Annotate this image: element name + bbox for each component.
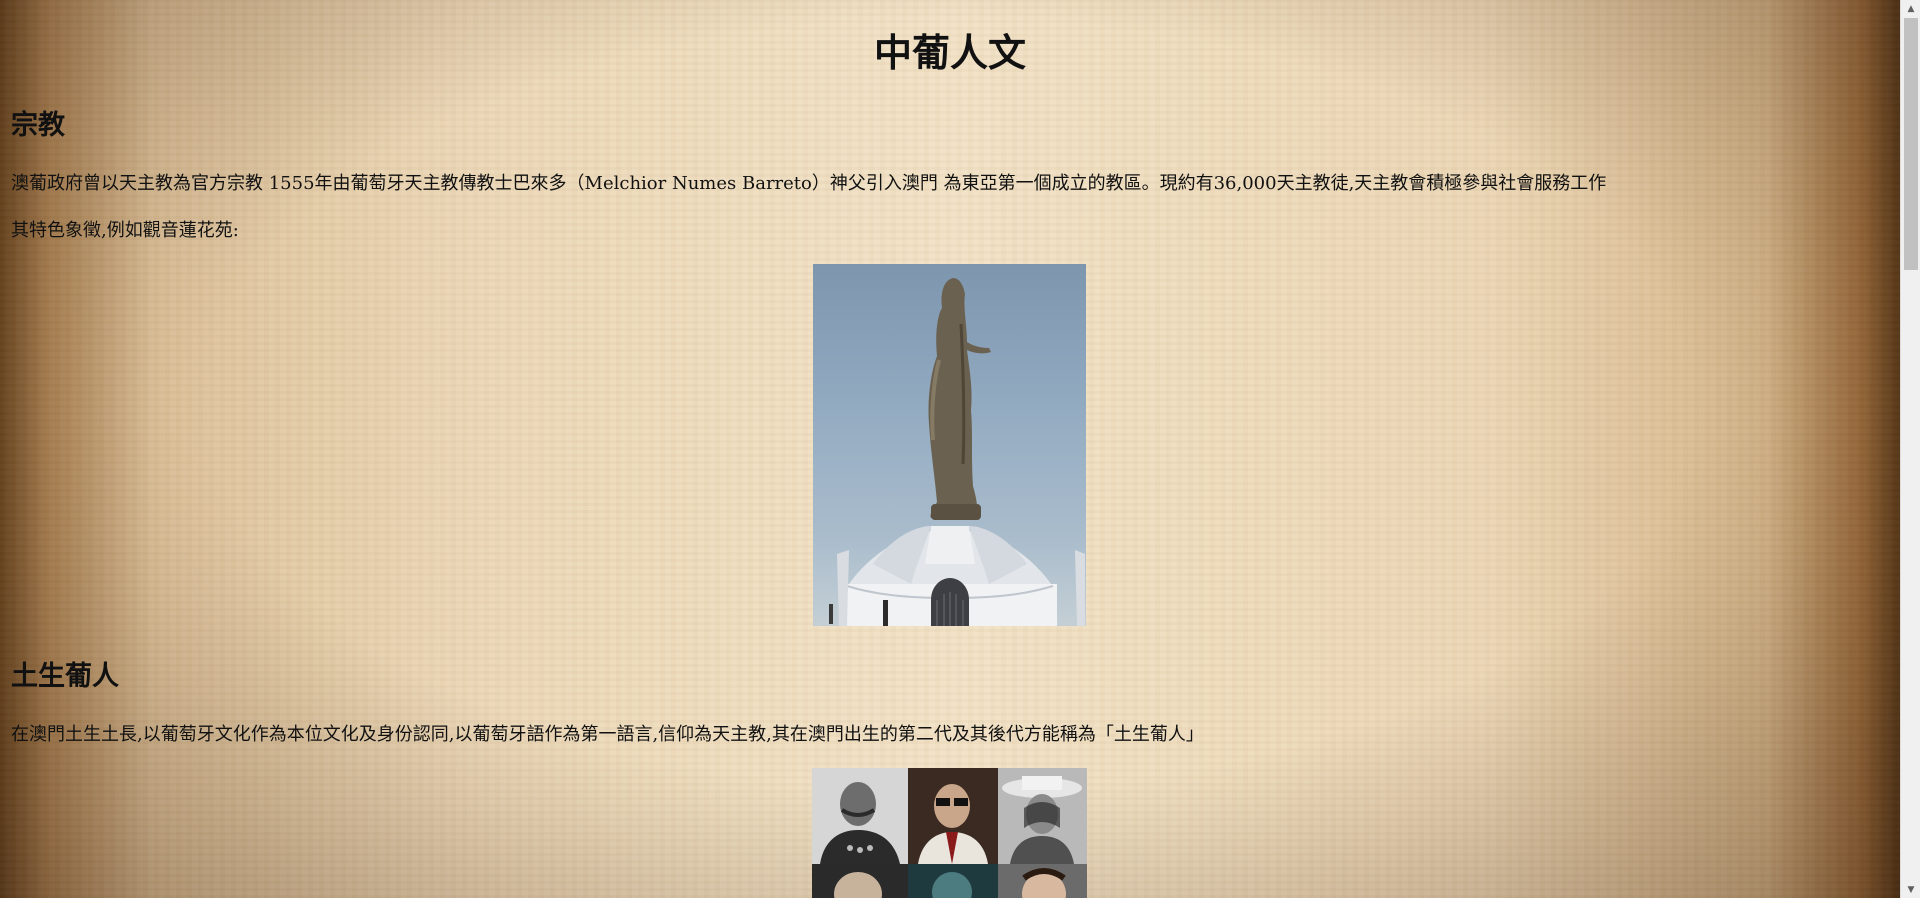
portrait-bald-man: [812, 864, 908, 898]
portrait-blue-tinted-man: [908, 864, 998, 898]
scroll-up-arrow-icon[interactable]: ▲: [1901, 0, 1920, 17]
religion-example-paragraph: 其特色象徵,例如觀音蓮花苑:: [11, 220, 239, 241]
page-content: 中葡人文 宗教 澳葡政府曾以天主教為官方宗教 1555年由葡萄牙天主教傳教士巴來…: [0, 0, 1900, 898]
religion-paragraph: 澳葡政府曾以天主教為官方宗教 1555年由葡萄牙天主教傳教士巴來多（Melchi…: [11, 173, 1607, 194]
scroll-down-arrow-icon[interactable]: ▼: [1901, 881, 1920, 898]
vertical-scrollbar[interactable]: ▲ ▼: [1900, 0, 1920, 898]
portrait-general: [812, 768, 908, 864]
portrait-woman-hat: [998, 768, 1087, 864]
section-heading-religion: 宗教: [11, 110, 65, 141]
macanese-paragraph: 在澳門土生土長,以葡萄牙文化作為本位文化及身份認同,以葡萄牙語作為第一語言,信仰…: [11, 724, 1204, 745]
portrait-smiling-man: [998, 864, 1087, 898]
statue-illustration: [829, 278, 1085, 626]
kun-iam-statue-photo: [813, 264, 1086, 626]
section-heading-macanese: 土生葡人: [11, 661, 119, 692]
page-title: 中葡人文: [873, 31, 1026, 75]
scrollbar-thumb[interactable]: [1904, 18, 1918, 270]
macanese-portraits-collage: [812, 768, 1087, 898]
portrait-sunglasses-man: [908, 768, 998, 864]
